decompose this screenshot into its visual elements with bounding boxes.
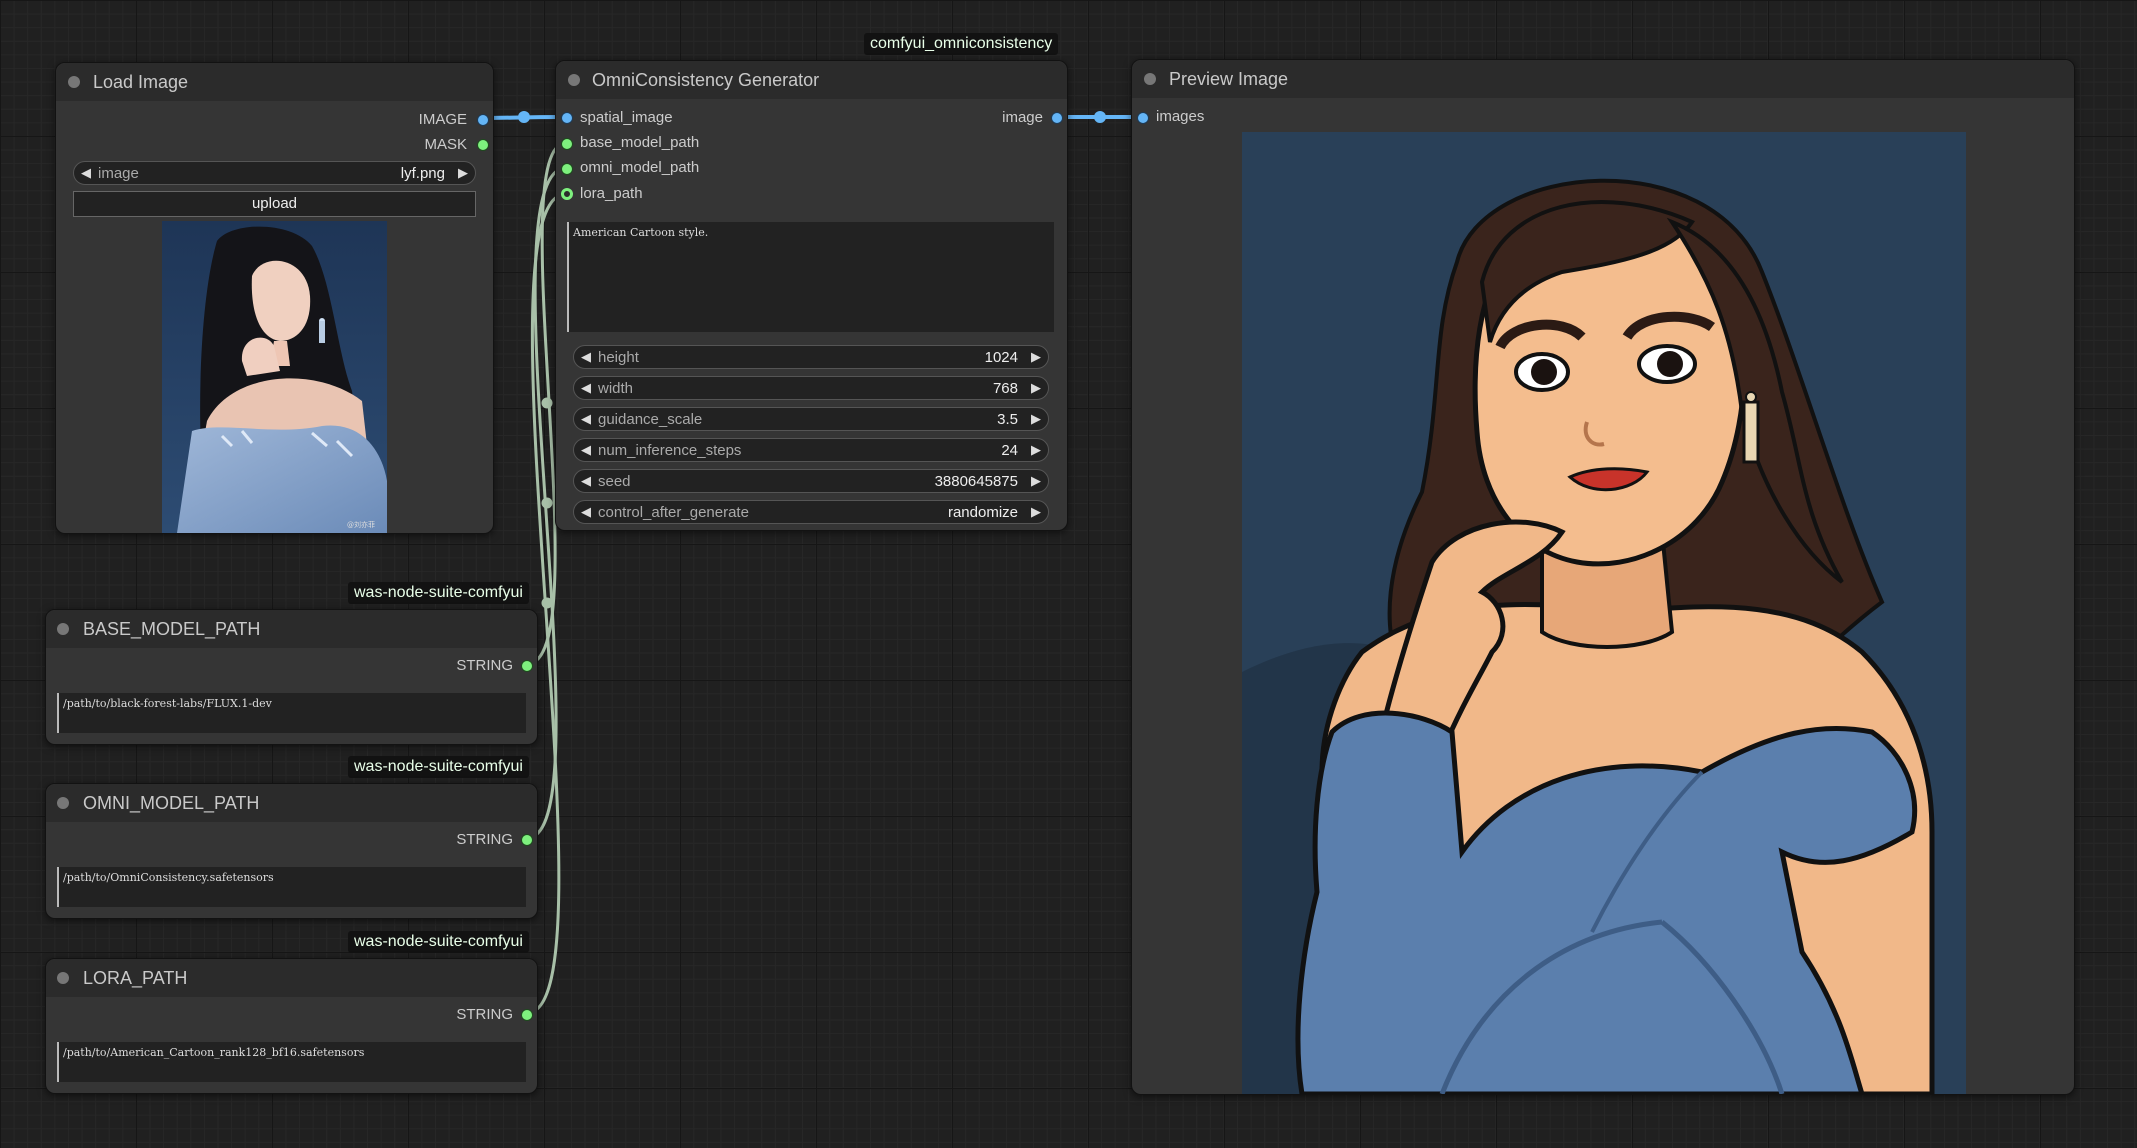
output-port-string[interactable] [521, 660, 533, 672]
output-port-image[interactable] [1051, 112, 1063, 124]
increment-arrow-icon[interactable]: ▶ [1031, 504, 1041, 520]
node-title: OMNI_MODEL_PATH [83, 793, 260, 813]
node-pack-badge: comfyui_omniconsistency [864, 33, 1059, 55]
widget-name: image [98, 165, 139, 182]
input-port-images[interactable] [1137, 112, 1149, 124]
node-title: LORA_PATH [83, 968, 188, 988]
widget-name: seed [598, 473, 631, 490]
collapse-dot-icon[interactable] [68, 76, 80, 88]
widget-control-after-generate[interactable]: ◀ control_after_generate randomize ▶ [573, 500, 1049, 524]
lora-link-midpoint [541, 597, 553, 609]
input-port-lora-path[interactable] [561, 188, 573, 200]
output-label-string: STRING [456, 657, 513, 674]
increment-arrow-icon[interactable]: ▶ [1031, 380, 1041, 396]
collapse-dot-icon[interactable] [57, 797, 69, 809]
output-label-image: IMAGE [418, 111, 467, 128]
widget-value: randomize [947, 504, 1018, 521]
node-title: BASE_MODEL_PATH [83, 619, 261, 639]
widget-value: 768 [992, 380, 1018, 397]
widget-value: 24 [1001, 442, 1018, 459]
base-model-link-midpoint [541, 397, 553, 409]
input-port-spatial-image[interactable] [561, 112, 573, 124]
base-model-path-node[interactable]: BASE_MODEL_PATH STRING /path/to/black-fo… [45, 609, 538, 745]
collapse-dot-icon[interactable] [1144, 73, 1156, 85]
output-label-string: STRING [456, 831, 513, 848]
output-label-mask: MASK [424, 136, 467, 153]
prompt-textarea[interactable]: American Cartoon style. [567, 222, 1054, 332]
path-textarea[interactable]: /path/to/OmniConsistency.safetensors [57, 867, 526, 907]
widget-height[interactable]: ◀ height 1024 ▶ [573, 345, 1049, 369]
widget-seed[interactable]: ◀ seed 3880645875 ▶ [573, 469, 1049, 493]
input-label-omni-model-path: omni_model_path [580, 159, 700, 176]
widget-num-inference-steps[interactable]: ◀ num_inference_steps 24 ▶ [573, 438, 1049, 462]
node-title: Load Image [93, 72, 189, 92]
path-textarea[interactable]: /path/to/black-forest-labs/FLUX.1-dev [57, 693, 526, 733]
collapse-dot-icon[interactable] [57, 972, 69, 984]
image-link-midpoint [518, 111, 530, 123]
increment-arrow-icon[interactable]: ▶ [1031, 411, 1041, 427]
omni-model-path-node[interactable]: OMNI_MODEL_PATH STRING /path/to/OmniCons… [45, 783, 538, 919]
input-label-lora-path: lora_path [580, 185, 643, 202]
decrement-arrow-icon[interactable]: ◀ [581, 411, 591, 427]
omni-model-link-midpoint [541, 497, 553, 509]
preview-output-image [1242, 132, 1966, 1094]
widget-name: height [598, 349, 639, 366]
increment-arrow-icon[interactable]: ▶ [1031, 473, 1041, 489]
preview-link-midpoint [1094, 111, 1106, 123]
output-label-string: STRING [456, 1006, 513, 1023]
node-pack-badge: was-node-suite-comfyui [348, 582, 529, 604]
widget-value: 3.5 [997, 411, 1018, 428]
thumbnail-caption: @刘亦菲 [347, 520, 375, 529]
widget-name: control_after_generate [598, 504, 749, 521]
upload-button[interactable]: upload [73, 191, 476, 217]
node-pack-badge: was-node-suite-comfyui [348, 931, 529, 953]
preview-image-node[interactable]: Preview Image images [1131, 59, 2075, 1095]
decrement-arrow-icon[interactable]: ◀ [581, 349, 591, 365]
input-port-omni-model-path[interactable] [561, 163, 573, 175]
node-pack-badge: was-node-suite-comfyui [348, 756, 529, 778]
collapse-dot-icon[interactable] [57, 623, 69, 635]
node-title: OmniConsistency Generator [592, 70, 820, 90]
widget-value: lyf.png [400, 165, 445, 182]
omniconsistency-generator-node[interactable]: OmniConsistency Generator spatial_image … [555, 60, 1068, 531]
lora-path-node[interactable]: LORA_PATH STRING /path/to/American_Carto… [45, 958, 538, 1094]
output-port-string[interactable] [521, 834, 533, 846]
widget-name: num_inference_steps [598, 442, 742, 459]
increment-arrow-icon[interactable]: ▶ [1031, 349, 1041, 365]
output-port-string[interactable] [521, 1009, 533, 1021]
increment-arrow-icon[interactable]: ▶ [458, 165, 468, 181]
decrement-arrow-icon[interactable]: ◀ [581, 473, 591, 489]
input-label-base-model-path: base_model_path [580, 134, 700, 151]
widget-name: width [598, 380, 634, 397]
path-textarea[interactable]: /path/to/American_Cartoon_rank128_bf16.s… [57, 1042, 526, 1082]
decrement-arrow-icon[interactable]: ◀ [581, 504, 591, 520]
output-label-image: image [1002, 109, 1043, 126]
decrement-arrow-icon[interactable]: ◀ [81, 165, 91, 181]
collapse-dot-icon[interactable] [568, 74, 580, 86]
image-select-widget[interactable]: ◀ image lyf.png ▶ [73, 161, 476, 185]
increment-arrow-icon[interactable]: ▶ [1031, 442, 1041, 458]
output-port-image[interactable] [477, 114, 489, 126]
output-port-mask[interactable] [477, 139, 489, 151]
load-image-node[interactable]: Load Image IMAGE MASK ◀ image lyf.png ▶ … [55, 62, 494, 534]
widget-guidance-scale[interactable]: ◀ guidance_scale 3.5 ▶ [573, 407, 1049, 431]
widget-value: 1024 [984, 349, 1018, 366]
input-label-images: images [1156, 108, 1205, 125]
widget-value: 3880645875 [934, 473, 1018, 490]
decrement-arrow-icon[interactable]: ◀ [581, 442, 591, 458]
uploaded-image-thumbnail: @刘亦菲 [162, 221, 387, 533]
input-port-base-model-path[interactable] [561, 138, 573, 150]
decrement-arrow-icon[interactable]: ◀ [581, 380, 591, 396]
widget-width[interactable]: ◀ width 768 ▶ [573, 376, 1049, 400]
widget-name: guidance_scale [598, 411, 703, 428]
node-title: Preview Image [1169, 69, 1289, 89]
input-label-spatial-image: spatial_image [580, 109, 673, 126]
